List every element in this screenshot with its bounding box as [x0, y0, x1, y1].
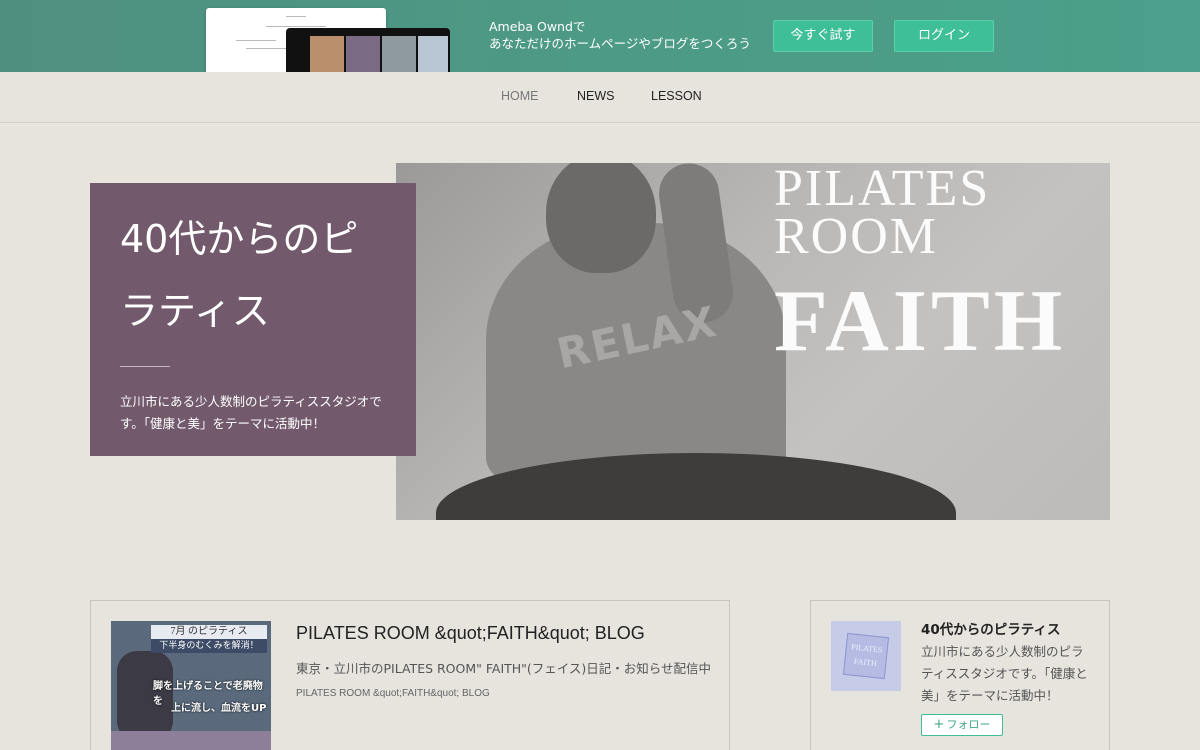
blog-title[interactable]: PILATES ROOM &quot;FAITH&quot; BLOG	[296, 623, 645, 644]
hero-image-line-room: ROOM	[774, 208, 939, 265]
thumb-banner: 下半身のむくみを解消！	[151, 639, 267, 653]
blog-subtitle: PILATES ROOM &quot;FAITH&quot; BLOG	[296, 688, 490, 699]
promo-banner: Ameba Owndで あなただけのホームページやブログをつくろう 今すぐ試す …	[0, 0, 1200, 72]
blog-card[interactable]: 7月 のピラティス 下半身のむくみを解消！ 脚を上げることで老廃物を 上に流し、…	[90, 600, 730, 750]
profile-card: PILATES FAITH 40代からのピラティス 立川市にある少人数制のピラテ…	[810, 600, 1110, 750]
hero-title: 40代からのピラティス	[120, 217, 359, 333]
try-now-button[interactable]: 今すぐ試す	[773, 20, 873, 52]
promo-text: Ameba Owndで あなただけのホームページやブログをつくろう	[489, 18, 751, 52]
promo-preview-dark-image	[286, 28, 450, 72]
avatar-logo-text: PILATES FAITH	[842, 632, 890, 680]
blog-description: 東京・立川市のPILATES ROOM" FAITH"(フェイス)日記・お知らせ…	[296, 661, 712, 676]
main-nav: HOME NEWS LESSON	[0, 72, 1200, 123]
hero-description: 立川市にある少人数制のピラティススタジオです。「健康と美」をテーマに活動中！	[120, 394, 382, 431]
profile-description: 立川市にある少人数制のピラティススタジオです。「健康と美」をテーマに活動中！	[921, 644, 1088, 703]
thumb-mat	[111, 731, 271, 750]
follow-label: フォロー	[946, 718, 991, 731]
login-button[interactable]: ログイン	[894, 20, 994, 52]
avatar[interactable]: PILATES FAITH	[831, 621, 901, 691]
thumb-heading: 7月 のピラティス	[151, 625, 267, 639]
promo-line-2: あなただけのホームページやブログをつくろう	[489, 36, 751, 51]
hero-image: RELAX PILATES ROOM FAITH	[396, 163, 1110, 520]
profile-name[interactable]: 40代からのピラティス	[921, 618, 1060, 638]
thumb-caption-2: 上に流し、血流をUP	[171, 703, 267, 714]
hero-card: 40代からのピラティス 立川市にある少人数制のピラティススタジオです。「健康と美…	[90, 183, 416, 456]
follow-button[interactable]: + フォロー	[921, 714, 1003, 736]
nav-item-lesson[interactable]: LESSON	[651, 89, 702, 103]
plus-icon: +	[933, 717, 945, 732]
promo-line-1: Ameba Owndで	[489, 19, 586, 34]
blog-thumbnail[interactable]: 7月 のピラティス 下半身のむくみを解消！ 脚を上げることで老廃物を 上に流し、…	[111, 621, 271, 750]
nav-item-news[interactable]: NEWS	[577, 89, 615, 103]
hero-image-line-faith: FAITH	[774, 273, 1067, 370]
hero-figure-head	[546, 163, 656, 273]
hero-divider	[120, 366, 170, 367]
nav-item-home[interactable]: HOME	[501, 89, 539, 103]
